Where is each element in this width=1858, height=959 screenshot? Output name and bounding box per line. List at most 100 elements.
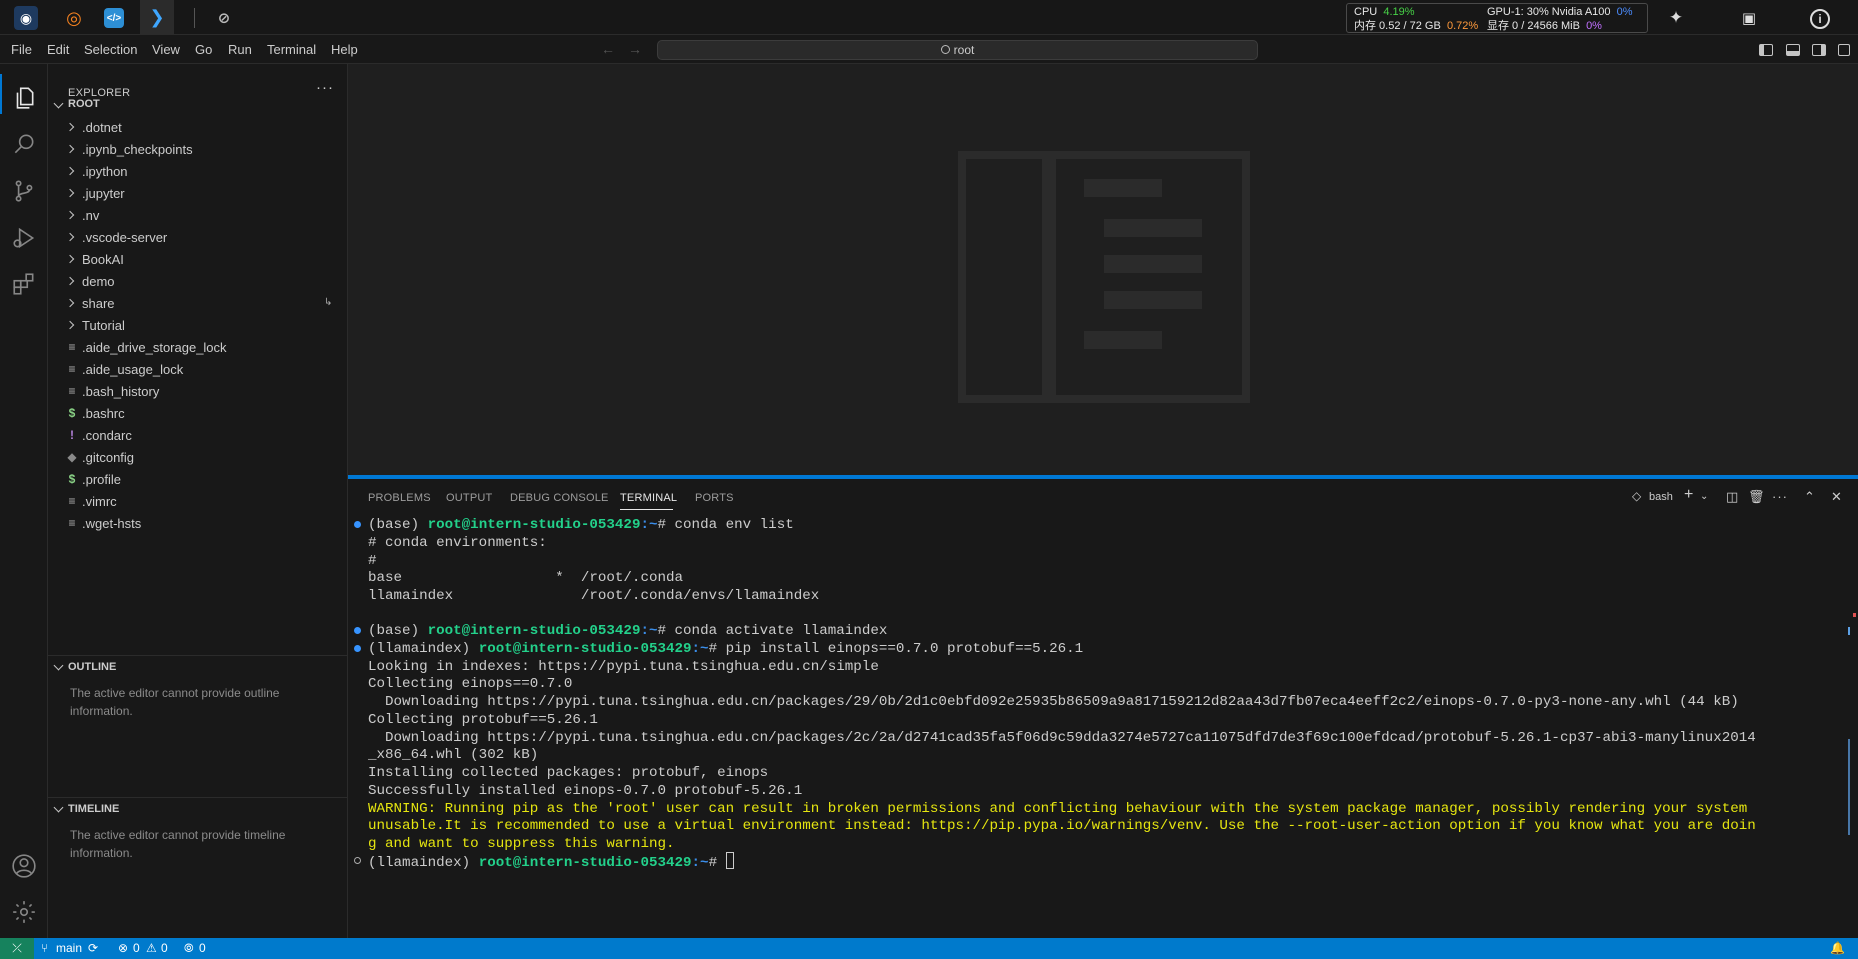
new-terminal-icon[interactable]: +: [1684, 486, 1693, 504]
more-actions-icon[interactable]: ···: [316, 79, 334, 96]
close-panel-icon[interactable]: ✕: [1831, 489, 1842, 505]
file-row[interactable]: ≡ .wget-hsts: [48, 513, 348, 535]
maximize-panel-icon[interactable]: ⌃: [1804, 489, 1815, 505]
model-icon[interactable]: ✦: [1665, 7, 1687, 29]
branch-name[interactable]: main: [56, 941, 82, 955]
tab-terminal[interactable]: TERMINAL: [620, 492, 677, 504]
extensions-icon[interactable]: [10, 270, 38, 298]
folder-row[interactable]: .ipynb_checkpoints: [48, 139, 348, 161]
notifications-bell-icon[interactable]: 🔔: [1830, 941, 1845, 955]
file-row[interactable]: $ .profile: [48, 469, 348, 491]
editor-area: [348, 64, 1858, 475]
error-count[interactable]: 0: [133, 941, 140, 955]
folder-row[interactable]: .dotnet: [48, 117, 348, 139]
forward-arrow-icon[interactable]: →: [628, 41, 642, 57]
folder-row[interactable]: share ↳: [48, 293, 348, 315]
terminal-scrollbar[interactable]: [1848, 739, 1850, 835]
error-icon: ⊗: [118, 941, 129, 955]
vram-value: 0%: [1586, 20, 1602, 32]
terminal-line: (base) root@intern-studio-053429:~# cond…: [368, 623, 888, 639]
intern-studio-logo-icon[interactable]: ◉: [14, 6, 38, 30]
menu-run[interactable]: Run: [228, 42, 252, 57]
command-success-dot-icon[interactable]: [354, 645, 361, 652]
remote-indicator-icon[interactable]: ⤫: [0, 938, 34, 959]
file-label: .aide_drive_storage_lock: [82, 340, 227, 355]
menu-selection[interactable]: Selection: [84, 42, 137, 57]
tab-debug-console[interactable]: DEBUG CONSOLE: [510, 492, 609, 504]
command-success-dot-icon[interactable]: [354, 521, 361, 528]
text-file-icon: ≡: [68, 340, 76, 354]
toggle-panel-icon[interactable]: [1786, 44, 1800, 56]
folder-row[interactable]: demo: [48, 271, 348, 293]
terminal-output[interactable]: (base) root@intern-studio-053429:~# cond…: [348, 516, 1843, 934]
tab-problems[interactable]: PROBLEMS: [368, 492, 431, 504]
toggle-secondary-sidebar-icon[interactable]: [1812, 44, 1826, 56]
menu-view[interactable]: View: [152, 42, 180, 57]
cpu-label: CPU: [1354, 6, 1378, 18]
menu-file[interactable]: File: [11, 42, 32, 57]
folder-label: .ipynb_checkpoints: [82, 142, 193, 157]
sync-icon[interactable]: ⟳: [88, 941, 98, 955]
menu-edit[interactable]: Edit: [47, 42, 69, 57]
outline-header[interactable]: OUTLINE: [48, 655, 348, 677]
customize-layout-icon[interactable]: [1838, 44, 1850, 56]
command-center-search[interactable]: root: [657, 40, 1258, 60]
image-icon[interactable]: ▣: [1738, 7, 1760, 29]
split-terminal-icon[interactable]: ◫: [1726, 489, 1738, 505]
menu-terminal[interactable]: Terminal: [267, 42, 316, 57]
mem-value: 0.72%: [1446, 20, 1479, 32]
code-icon[interactable]: </>: [104, 8, 124, 28]
file-row[interactable]: ◆ .gitconfig: [48, 447, 348, 469]
file-label: .profile: [82, 472, 122, 487]
more-actions-icon[interactable]: ···: [1772, 489, 1788, 504]
folder-row[interactable]: BookAI: [48, 249, 348, 271]
warning-count[interactable]: 0: [161, 941, 168, 955]
activity-bar: [0, 64, 48, 938]
chevron-right-icon: [65, 166, 75, 176]
folder-label: BookAI: [82, 252, 124, 267]
file-row[interactable]: ≡ .vimrc: [48, 491, 348, 513]
file-label: .vimrc: [82, 494, 117, 509]
folder-row[interactable]: .jupyter: [48, 183, 348, 205]
folder-row[interactable]: .nv: [48, 205, 348, 227]
accounts-icon[interactable]: [10, 852, 38, 880]
run-debug-icon[interactable]: [10, 224, 38, 252]
ports-icon: ⦾: [184, 941, 194, 955]
back-arrow-icon[interactable]: ←: [601, 41, 615, 57]
file-row[interactable]: ! .condarc: [48, 425, 348, 447]
tab-ports[interactable]: PORTS: [695, 492, 734, 504]
file-row[interactable]: $ .bashrc: [48, 403, 348, 425]
file-row[interactable]: ≡ .aide_usage_lock: [48, 359, 348, 381]
vscode-icon[interactable]: ❯: [140, 0, 174, 34]
terminal-line: #: [368, 553, 377, 569]
vscode-watermark-icon: [958, 151, 1250, 403]
file-row[interactable]: ≡ .bash_history: [48, 381, 348, 403]
chevron-right-icon: [65, 188, 75, 198]
compass-icon[interactable]: ⊘: [212, 6, 236, 30]
terminal-shell-label[interactable]: bash: [1649, 491, 1673, 503]
explorer-icon[interactable]: [10, 84, 38, 112]
toggle-primary-sidebar-icon[interactable]: [1759, 44, 1773, 56]
folder-row[interactable]: .ipython: [48, 161, 348, 183]
chevron-down-icon[interactable]: ⌄: [1700, 491, 1708, 502]
folder-row[interactable]: Tutorial: [48, 315, 348, 337]
tab-output[interactable]: OUTPUT: [446, 492, 492, 504]
terminal-line: (llamaindex) root@intern-studio-053429:~…: [368, 641, 1084, 657]
menu-go[interactable]: Go: [195, 42, 212, 57]
jupyter-icon[interactable]: ◎: [62, 6, 86, 30]
file-row[interactable]: ≡ .aide_drive_storage_lock: [48, 337, 348, 359]
command-pending-dot-icon[interactable]: [354, 857, 361, 864]
timeline-header[interactable]: TIMELINE: [48, 797, 348, 819]
command-success-dot-icon[interactable]: [354, 627, 361, 634]
info-icon[interactable]: i: [1810, 9, 1830, 29]
text-file-icon: ≡: [68, 516, 76, 530]
root-folder-header[interactable]: ROOT: [48, 95, 348, 117]
ports-count[interactable]: 0: [199, 941, 206, 955]
manage-gear-icon[interactable]: [10, 898, 38, 926]
trash-icon[interactable]: 🗑: [1748, 489, 1765, 505]
menu-help[interactable]: Help: [331, 42, 358, 57]
terminal-prompt-line[interactable]: (llamaindex) root@intern-studio-053429:~…: [368, 852, 734, 872]
folder-row[interactable]: .vscode-server: [48, 227, 348, 249]
source-control-icon[interactable]: [10, 177, 38, 205]
search-icon[interactable]: [10, 130, 38, 158]
